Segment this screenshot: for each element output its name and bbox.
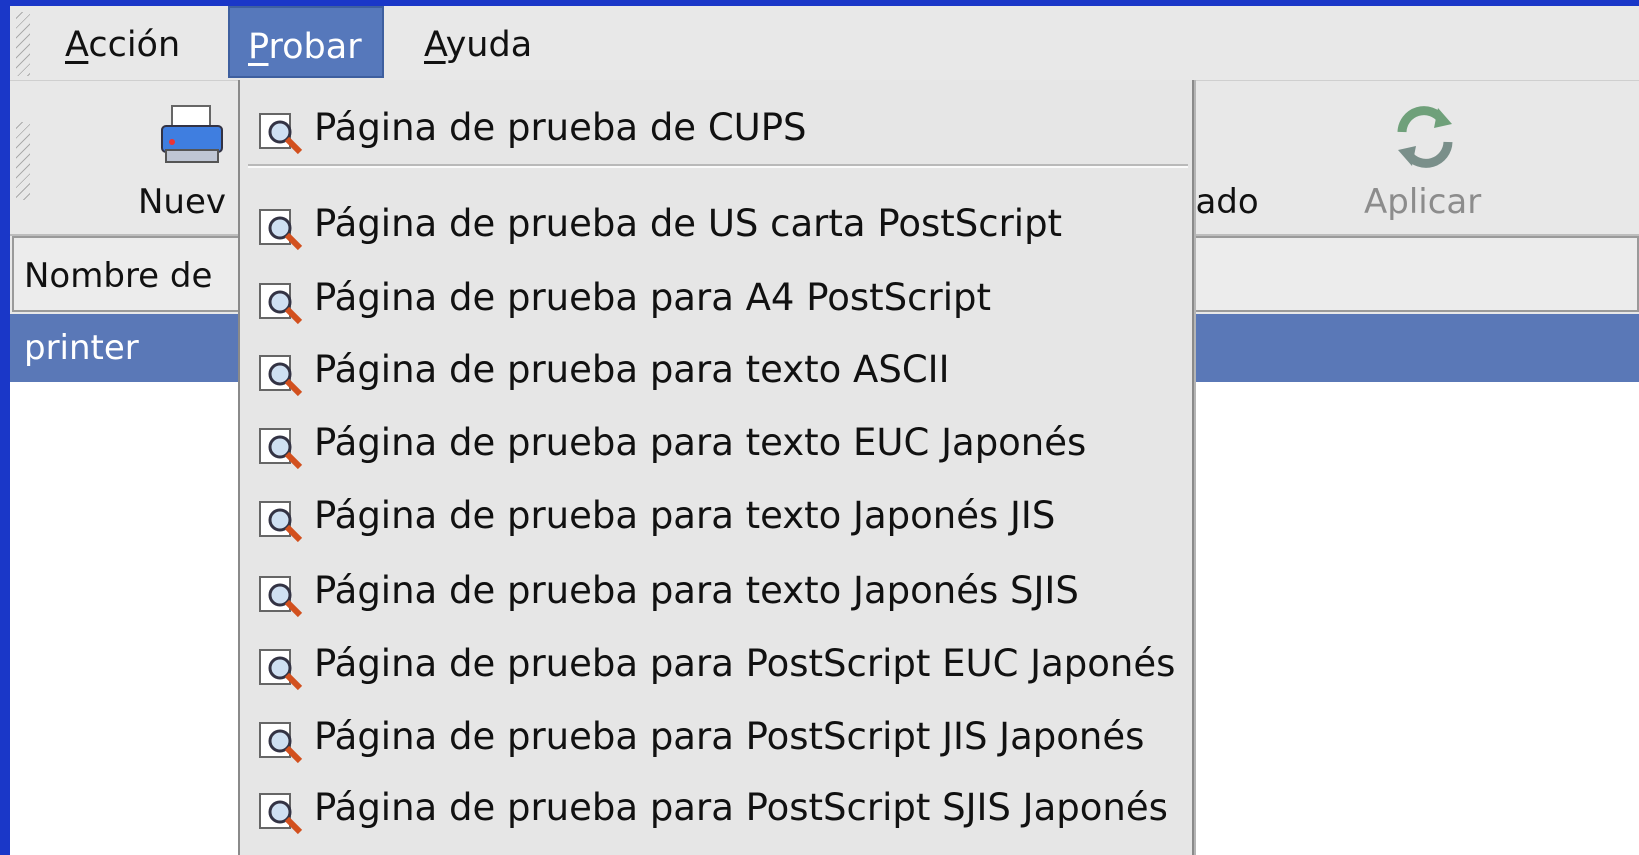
menu-accion-mnemonic: A	[65, 25, 89, 65]
menu-item-postscript-jis-japanese[interactable]: Página de prueba para PostScript JIS Jap…	[240, 703, 1192, 773]
menu-ayuda-rest: yuda	[445, 25, 533, 65]
menu-item-cups-test[interactable]: Página de prueba de CUPS	[240, 94, 1192, 164]
menu-probar-mnemonic: P	[248, 27, 269, 67]
test-page-icon	[259, 113, 303, 155]
default-button-label: iado	[1186, 182, 1259, 222]
menu-item-label: Página de prueba para PostScript JIS Jap…	[314, 715, 1145, 758]
test-page-icon	[259, 283, 303, 325]
menu-item-label: Página de prueba para texto Japonés SJIS	[314, 569, 1079, 612]
menu-item-us-letter-postscript[interactable]: Página de prueba de US carta PostScript	[240, 190, 1192, 260]
menu-item-postscript-euc-japanese[interactable]: Página de prueba para PostScript EUC Jap…	[240, 630, 1192, 700]
probar-dropdown-menu: Página de prueba de CUPS Página de prueb…	[238, 80, 1194, 855]
menu-ayuda[interactable]: Ayuda	[406, 6, 550, 78]
apply-button-label: Aplicar	[1364, 182, 1482, 222]
menu-item-ascii-text[interactable]: Página de prueba para texto ASCII	[240, 336, 1192, 406]
menu-ayuda-mnemonic: A	[424, 25, 446, 65]
menu-accion[interactable]: Acción	[47, 6, 198, 78]
menu-item-label: Página de prueba para texto Japonés JIS	[314, 494, 1056, 537]
menubar-grip-handle[interactable]	[16, 12, 30, 76]
test-page-icon	[259, 793, 303, 835]
menubar: Acción Probar Ayuda	[10, 6, 1639, 81]
menu-item-label: Página de prueba de CUPS	[314, 106, 807, 149]
menu-item-postscript-sjis-japanese[interactable]: Página de prueba para PostScript SJIS Ja…	[240, 774, 1192, 844]
menu-item-euc-japanese-text[interactable]: Página de prueba para texto EUC Japonés	[240, 409, 1192, 479]
menu-item-label: Página de prueba para texto EUC Japonés	[314, 421, 1087, 464]
menu-item-sjis-japanese-text[interactable]: Página de prueba para texto Japonés SJIS	[240, 557, 1192, 627]
menu-accion-rest: cción	[88, 25, 181, 65]
menu-item-label: Página de prueba para PostScript EUC Jap…	[314, 642, 1176, 685]
printer-config-window: Acción Probar Ayuda Nuev iado Aplicar No…	[10, 6, 1639, 855]
menu-separator	[248, 164, 1188, 168]
menu-item-label: Página de prueba de US carta PostScript	[314, 202, 1063, 245]
new-button-label: Nuev	[138, 182, 227, 222]
test-page-icon	[259, 355, 303, 397]
test-page-icon	[259, 576, 303, 618]
menu-probar[interactable]: Probar	[228, 6, 384, 78]
toolbar-grip-handle[interactable]	[16, 122, 30, 200]
menu-item-label: Página de prueba para PostScript SJIS Ja…	[314, 786, 1168, 829]
test-page-icon	[259, 501, 303, 543]
test-page-icon	[259, 722, 303, 764]
new-button[interactable]: Nuev	[130, 82, 250, 232]
apply-refresh-icon	[1397, 106, 1453, 168]
menu-item-label: Página de prueba para texto ASCII	[314, 348, 950, 391]
test-page-icon	[259, 649, 303, 691]
menu-item-jis-japanese-text[interactable]: Página de prueba para texto Japonés JIS	[240, 482, 1192, 552]
default-button[interactable]: iado	[1182, 82, 1282, 232]
test-page-icon	[259, 209, 303, 251]
menu-probar-rest: robar	[268, 27, 362, 67]
apply-button[interactable]: Aplicar	[1350, 82, 1500, 232]
menu-item-label: Página de prueba para A4 PostScript	[314, 276, 991, 319]
printer-icon	[161, 105, 223, 163]
menu-item-a4-postscript[interactable]: Página de prueba para A4 PostScript	[240, 264, 1192, 334]
test-page-icon	[259, 428, 303, 470]
